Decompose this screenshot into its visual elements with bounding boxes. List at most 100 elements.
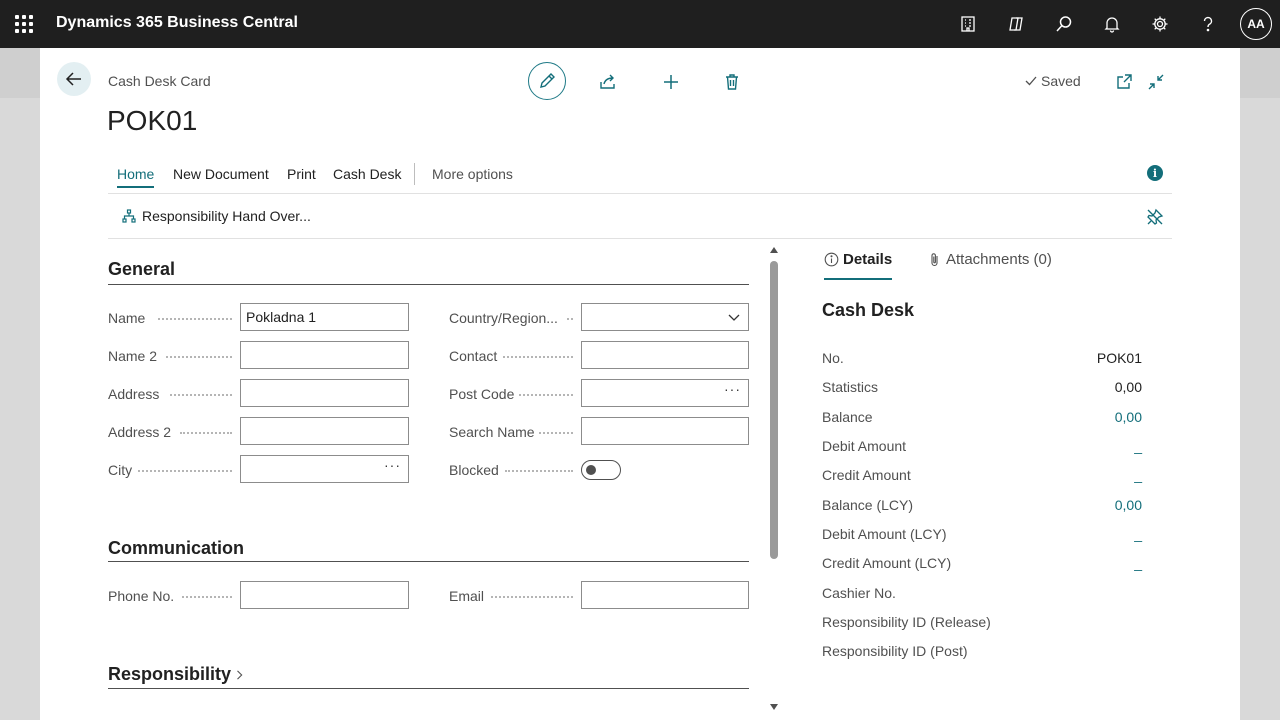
email-field[interactable]: [581, 581, 749, 609]
factbox-value-link[interactable]: _: [1134, 526, 1142, 542]
factbox-tab-attachments[interactable]: Attachments (0): [927, 251, 1052, 268]
scroll-up-arrow[interactable]: [769, 245, 779, 255]
factbox-value: POK01: [1096, 350, 1142, 366]
factbox-label: Balance: [822, 409, 873, 425]
factbox-label: Debit Amount (LCY): [822, 526, 947, 542]
back-button[interactable]: [57, 62, 91, 96]
name-2-field[interactable]: [240, 341, 409, 369]
factbox-value-link[interactable]: _: [1134, 438, 1142, 454]
delete-button[interactable]: [722, 72, 742, 92]
user-avatar[interactable]: AA: [1240, 8, 1272, 40]
share-icon: [600, 74, 615, 89]
factbox-label: Responsibility ID (Release): [822, 614, 991, 630]
phone-no-field[interactable]: [240, 581, 409, 609]
help-icon[interactable]: [1196, 12, 1220, 36]
pin-icon[interactable]: [1146, 208, 1164, 226]
factbox-heading: Cash Desk: [822, 300, 915, 320]
collapse-button[interactable]: [1146, 72, 1166, 92]
app-title[interactable]: Dynamics 365 Business Central: [56, 14, 298, 32]
lookup-icon[interactable]: ···: [384, 457, 401, 473]
factbox-tab-details-label: Details: [843, 251, 893, 268]
copilot-icon[interactable]: [1004, 12, 1028, 36]
info-circle-icon: [824, 252, 839, 267]
lookup-icon[interactable]: ···: [724, 381, 741, 397]
factbox-label: Responsibility ID (Post): [822, 643, 968, 659]
leader-dots: [505, 470, 573, 472]
pencil-icon: [540, 73, 555, 88]
edit-button[interactable]: [528, 62, 566, 100]
bell-icon[interactable]: [1100, 12, 1124, 36]
factbox-label: Balance (LCY): [822, 497, 914, 513]
city-field[interactable]: ···: [240, 455, 409, 483]
address-2-field[interactable]: [240, 417, 409, 445]
more-options-button[interactable]: More options: [432, 166, 513, 186]
factbox-value-link[interactable]: 0,00: [1115, 497, 1142, 513]
gear-icon[interactable]: [1148, 12, 1172, 36]
address-2-label: Address 2: [108, 424, 172, 440]
new-button[interactable]: [661, 72, 681, 92]
leader-dots: [519, 394, 573, 396]
leader-dots: [166, 356, 232, 358]
city-label: City: [108, 462, 133, 478]
saved-status: Saved: [1024, 73, 1081, 89]
search-icon[interactable]: [1052, 12, 1076, 36]
open-in-new-icon: [1117, 74, 1132, 89]
contact-field[interactable]: [581, 341, 749, 369]
factbox-label: Debit Amount: [822, 438, 907, 454]
tab-print[interactable]: Print: [287, 166, 316, 186]
address-field[interactable]: [240, 379, 409, 407]
paperclip-icon: [931, 253, 938, 267]
communication-section-title[interactable]: Communication: [108, 538, 244, 559]
country-region-select[interactable]: [581, 303, 749, 331]
name-field[interactable]: Pokladna 1: [240, 303, 409, 331]
factbox-label: Credit Amount: [822, 467, 911, 483]
app-launcher-icon[interactable]: [15, 15, 33, 33]
scroll-down-arrow[interactable]: [769, 702, 779, 712]
factbox-label: Credit Amount (LCY): [822, 555, 952, 571]
factbox-label: Cashier No.: [822, 585, 896, 601]
responsibility-section-title[interactable]: Responsibility: [108, 664, 245, 685]
factbox-tab-details[interactable]: Details: [824, 251, 893, 280]
tab-new-document[interactable]: New Document: [173, 166, 269, 186]
blocked-toggle[interactable]: [581, 460, 621, 480]
general-section-rule: [108, 284, 749, 285]
leader-dots: [158, 318, 232, 320]
leader-dots: [503, 356, 573, 358]
factbox-value-link[interactable]: _: [1134, 555, 1142, 571]
post-code-field[interactable]: ···: [581, 379, 749, 407]
top-app-bar: Dynamics 365 Business Central AA: [0, 0, 1280, 48]
responsibility-hand-over-button[interactable]: Responsibility Hand Over...: [122, 208, 311, 224]
search-name-field[interactable]: [581, 417, 749, 445]
share-button[interactable]: [598, 72, 618, 92]
factbox-label: No.: [822, 350, 844, 366]
info-icon[interactable]: i: [1147, 165, 1163, 181]
trash-icon: [726, 74, 738, 90]
arrow-left-icon: [65, 72, 81, 86]
hierarchy-icon: [122, 209, 136, 223]
factbox-label: Statistics: [822, 379, 879, 395]
responsibility-title-label: Responsibility: [108, 664, 232, 684]
leader-dots: [567, 318, 573, 320]
page-caption: Cash Desk Card: [108, 73, 211, 89]
leader-dots: [170, 394, 232, 396]
tab-home[interactable]: Home: [117, 166, 155, 188]
open-new-window-button[interactable]: [1114, 72, 1134, 92]
tab-cash-desk[interactable]: Cash Desk: [333, 166, 401, 186]
document-icon[interactable]: [956, 12, 980, 36]
chevron-right-icon: [237, 669, 243, 680]
chevron-down-icon: [728, 314, 740, 321]
promoted-actions: Responsibility Hand Over...: [108, 195, 1172, 239]
scrollbar-thumb[interactable]: [770, 261, 778, 559]
name-label: Name: [108, 310, 146, 326]
tab-separator: [414, 163, 415, 185]
address-label: Address: [108, 386, 160, 402]
blocked-label: Blocked: [449, 462, 499, 478]
factbox-value-link[interactable]: 0,00: [1115, 409, 1142, 425]
leader-dots: [138, 470, 232, 472]
toggle-knob: [586, 465, 596, 475]
factbox-value-link[interactable]: _: [1134, 467, 1142, 483]
factbox-value: 0,00: [1114, 379, 1142, 395]
country-region-label: Country/Region...: [449, 310, 558, 326]
leader-dots: [180, 432, 232, 434]
general-section-title[interactable]: General: [108, 259, 175, 280]
